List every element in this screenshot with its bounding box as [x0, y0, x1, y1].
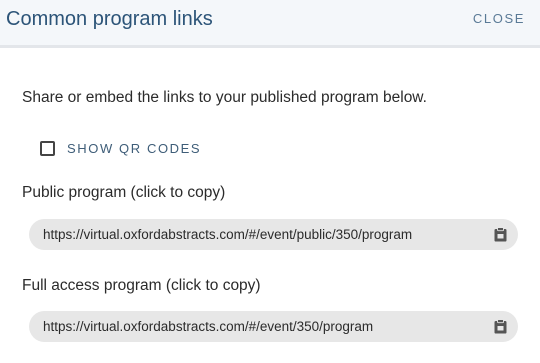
- close-button[interactable]: CLOSE: [473, 11, 525, 27]
- full-access-program-label: Full access program (click to copy): [22, 277, 261, 294]
- dialog-title: Common program links: [6, 8, 213, 30]
- clipboard-icon[interactable]: [494, 319, 507, 334]
- clipboard-icon[interactable]: [494, 227, 507, 242]
- dialog-description: Share or embed the links to your publish…: [22, 89, 427, 106]
- show-qr-codes-toggle[interactable]: SHOW QR CODES: [40, 138, 201, 158]
- public-program-label: Public program (click to copy): [22, 184, 226, 201]
- full-access-program-url[interactable]: https://virtual.oxfordabstracts.com/#/ev…: [43, 318, 373, 335]
- public-program-link[interactable]: https://virtual.oxfordabstracts.com/#/ev…: [29, 219, 518, 250]
- qr-codes-checkbox[interactable]: [40, 140, 55, 156]
- dialog-header: Common program links CLOSE: [0, 0, 540, 48]
- public-program-url[interactable]: https://virtual.oxfordabstracts.com/#/ev…: [43, 226, 412, 243]
- qr-codes-label[interactable]: SHOW QR CODES: [67, 141, 201, 156]
- program-links-dialog: Common program links CLOSE Share or embe…: [0, 0, 540, 363]
- full-access-program-link[interactable]: https://virtual.oxfordabstracts.com/#/ev…: [29, 311, 518, 342]
